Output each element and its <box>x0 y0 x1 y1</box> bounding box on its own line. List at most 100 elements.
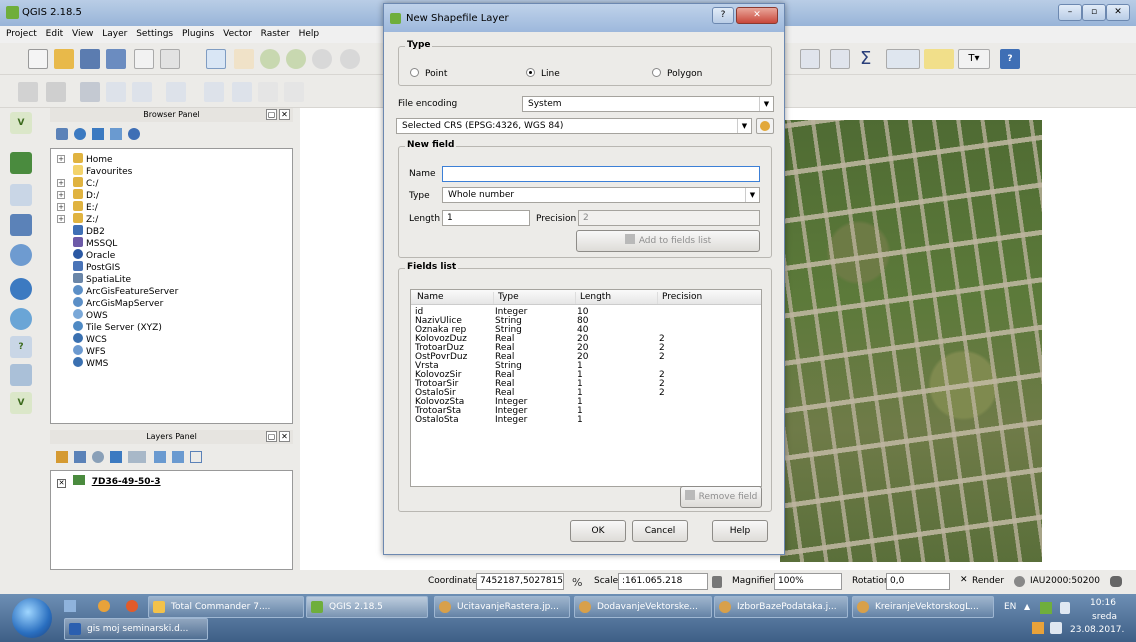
new-project-icon[interactable] <box>28 49 48 69</box>
field-type-combo[interactable]: Whole number ▼ <box>442 187 760 203</box>
expand-icon[interactable]: + <box>57 215 65 223</box>
add-group-icon[interactable] <box>74 451 86 463</box>
add-virtual-layer-icon[interactable]: ? <box>10 336 32 358</box>
browser-item-ows[interactable]: OWS <box>73 309 108 321</box>
task-ucitavanje-rastera[interactable]: UcitavanjeRastera.jp... <box>434 596 570 618</box>
field-name-input[interactable] <box>442 166 760 182</box>
minimize-button[interactable]: – <box>1058 4 1082 21</box>
browser-tree[interactable]: + Home Favourites + C:/ + D:/ + E:/ + Z:… <box>50 148 293 424</box>
pan-map-icon[interactable] <box>206 49 226 69</box>
browser-item-mssql[interactable]: MSSQL <box>73 237 117 249</box>
zoom-in-icon[interactable] <box>260 49 280 69</box>
panel-close-button[interactable]: ✕ <box>279 109 290 120</box>
menu-plugins[interactable]: Plugins <box>182 26 214 43</box>
start-button[interactable] <box>12 598 52 638</box>
task-word-document[interactable]: gis moj seminarski.d... <box>64 618 208 640</box>
scale-field[interactable]: :161.065.218 <box>618 573 708 590</box>
explorer-icon[interactable] <box>64 600 76 612</box>
messages-icon[interactable] <box>1110 576 1122 587</box>
expand-icon[interactable]: + <box>57 179 65 187</box>
task-izbor-baze-podataka[interactable]: IzborBazePodataka.j... <box>714 596 848 618</box>
zoom-out-icon[interactable] <box>286 49 306 69</box>
field-calculator-icon[interactable] <box>830 49 850 69</box>
radio-point[interactable]: Point <box>410 68 447 79</box>
collapse-all-icon[interactable] <box>172 451 184 463</box>
statistics-sigma-icon[interactable]: Σ <box>860 49 880 69</box>
add-feature-icon[interactable] <box>106 82 126 102</box>
table-row[interactable]: TrotoarSir Real 1 2 <box>411 380 761 389</box>
battery-icon[interactable] <box>1050 622 1062 634</box>
paste-features-icon[interactable] <box>284 82 304 102</box>
toggle-extents-icon[interactable]: % <box>572 576 584 589</box>
open-project-icon[interactable] <box>54 49 74 69</box>
expand-icon[interactable]: + <box>57 191 65 199</box>
add-to-fields-list-button[interactable]: Add to fields list <box>576 230 760 252</box>
close-button[interactable]: ✕ <box>1106 4 1130 21</box>
add-spatialite-layer-icon[interactable] <box>10 244 32 266</box>
browser-item-wfs[interactable]: WFS <box>73 345 106 357</box>
task-qgis[interactable]: QGIS 2.18.5 <box>306 596 428 618</box>
copy-features-icon[interactable] <box>258 82 278 102</box>
add-oracle-layer-icon[interactable] <box>10 364 32 386</box>
table-row[interactable]: TrotoarSta Integer 1 <box>411 407 761 416</box>
collapse-all-icon[interactable] <box>110 128 122 140</box>
network-icon[interactable] <box>1040 602 1052 614</box>
precision-input[interactable]: 2 <box>578 210 760 226</box>
remove-field-button[interactable]: Remove field <box>680 486 762 508</box>
table-row[interactable]: OstaloSta Integer 1 <box>411 416 761 425</box>
menu-project[interactable]: Project <box>6 26 37 43</box>
crs-combo[interactable]: Selected CRS (EPSG:4326, WGS 84) ▼ <box>396 118 752 134</box>
add-vector-layer-icon[interactable]: V <box>10 112 32 134</box>
dialog-close-button[interactable]: ✕ <box>736 7 778 24</box>
add-wms-layer-icon[interactable] <box>10 278 32 300</box>
crs-globe-icon[interactable] <box>1014 576 1025 587</box>
add-selected-layers-icon[interactable] <box>56 128 68 140</box>
attribute-table-icon[interactable] <box>800 49 820 69</box>
radio-polygon[interactable]: Polygon <box>652 68 702 79</box>
browser-item-tile-server[interactable]: Tile Server (XYZ) <box>73 321 162 333</box>
properties-icon[interactable] <box>128 128 140 140</box>
browser-item-spatialite[interactable]: SpatiaLite <box>73 273 131 285</box>
new-print-composer-icon[interactable] <box>134 49 154 69</box>
render-checkbox[interactable]: ✕ <box>960 575 968 585</box>
task-dodavanje-vektorske[interactable]: DodavanjeVektorske... <box>574 596 712 618</box>
task-kreiranje-vektorskog[interactable]: KreiranjeVektorskogL... <box>852 596 994 618</box>
coordinate-field[interactable]: 7452187,5027815 <box>476 573 564 590</box>
filter-expression-icon[interactable] <box>128 451 146 463</box>
add-delimited-text-icon[interactable] <box>10 184 32 206</box>
browser-item-z[interactable]: Z:/ <box>73 213 98 225</box>
maximize-button[interactable]: ▫ <box>1082 4 1106 21</box>
show-hidden-icons[interactable]: ▲ <box>1024 602 1030 611</box>
rotation-field[interactable]: 0,0 <box>886 573 950 590</box>
volume-icon[interactable] <box>1060 602 1070 614</box>
save-edits-icon[interactable] <box>80 82 100 102</box>
zoom-full-icon[interactable] <box>312 49 332 69</box>
expand-icon[interactable]: + <box>57 155 65 163</box>
table-row[interactable]: Vrsta String 1 <box>411 362 761 371</box>
browser-item-db2[interactable]: DB2 <box>73 225 105 237</box>
file-encoding-combo[interactable]: System ▼ <box>522 96 774 112</box>
add-postgis-layer-icon[interactable] <box>10 214 32 236</box>
move-feature-icon[interactable] <box>132 82 152 102</box>
current-edits-icon[interactable] <box>18 82 38 102</box>
node-tool-icon[interactable] <box>166 82 186 102</box>
layers-tree[interactable]: ✕ 7D36-49-50-3 <box>50 470 293 570</box>
refresh-icon[interactable] <box>74 128 86 140</box>
menu-help[interactable]: Help <box>299 26 320 43</box>
browser-item-arcgisfeatureserver[interactable]: ArcGisFeatureServer <box>73 285 178 297</box>
menu-layer[interactable]: Layer <box>102 26 127 43</box>
clock-date[interactable]: 23.08.2017. <box>1070 625 1124 635</box>
firefox-icon[interactable] <box>126 600 138 612</box>
fields-list-table[interactable]: Name Type Length Precision id Integer 10 Na… <box>410 289 762 487</box>
browser-item-favourites[interactable]: Favourites <box>73 165 132 177</box>
table-row[interactable]: KolovozSta Integer 1 <box>411 398 761 407</box>
map-tips-icon[interactable] <box>924 49 954 69</box>
table-row[interactable]: KolovozSir Real 1 2 <box>411 371 761 380</box>
length-input[interactable]: 1 <box>442 210 530 226</box>
filter-legend-icon[interactable] <box>110 451 122 463</box>
help-icon[interactable]: ? <box>1000 49 1020 69</box>
chrome-icon[interactable] <box>98 600 110 612</box>
magnifier-field[interactable]: 100% <box>774 573 842 590</box>
save-as-icon[interactable] <box>106 49 126 69</box>
text-annotation-icon[interactable]: T▾ <box>958 49 990 69</box>
